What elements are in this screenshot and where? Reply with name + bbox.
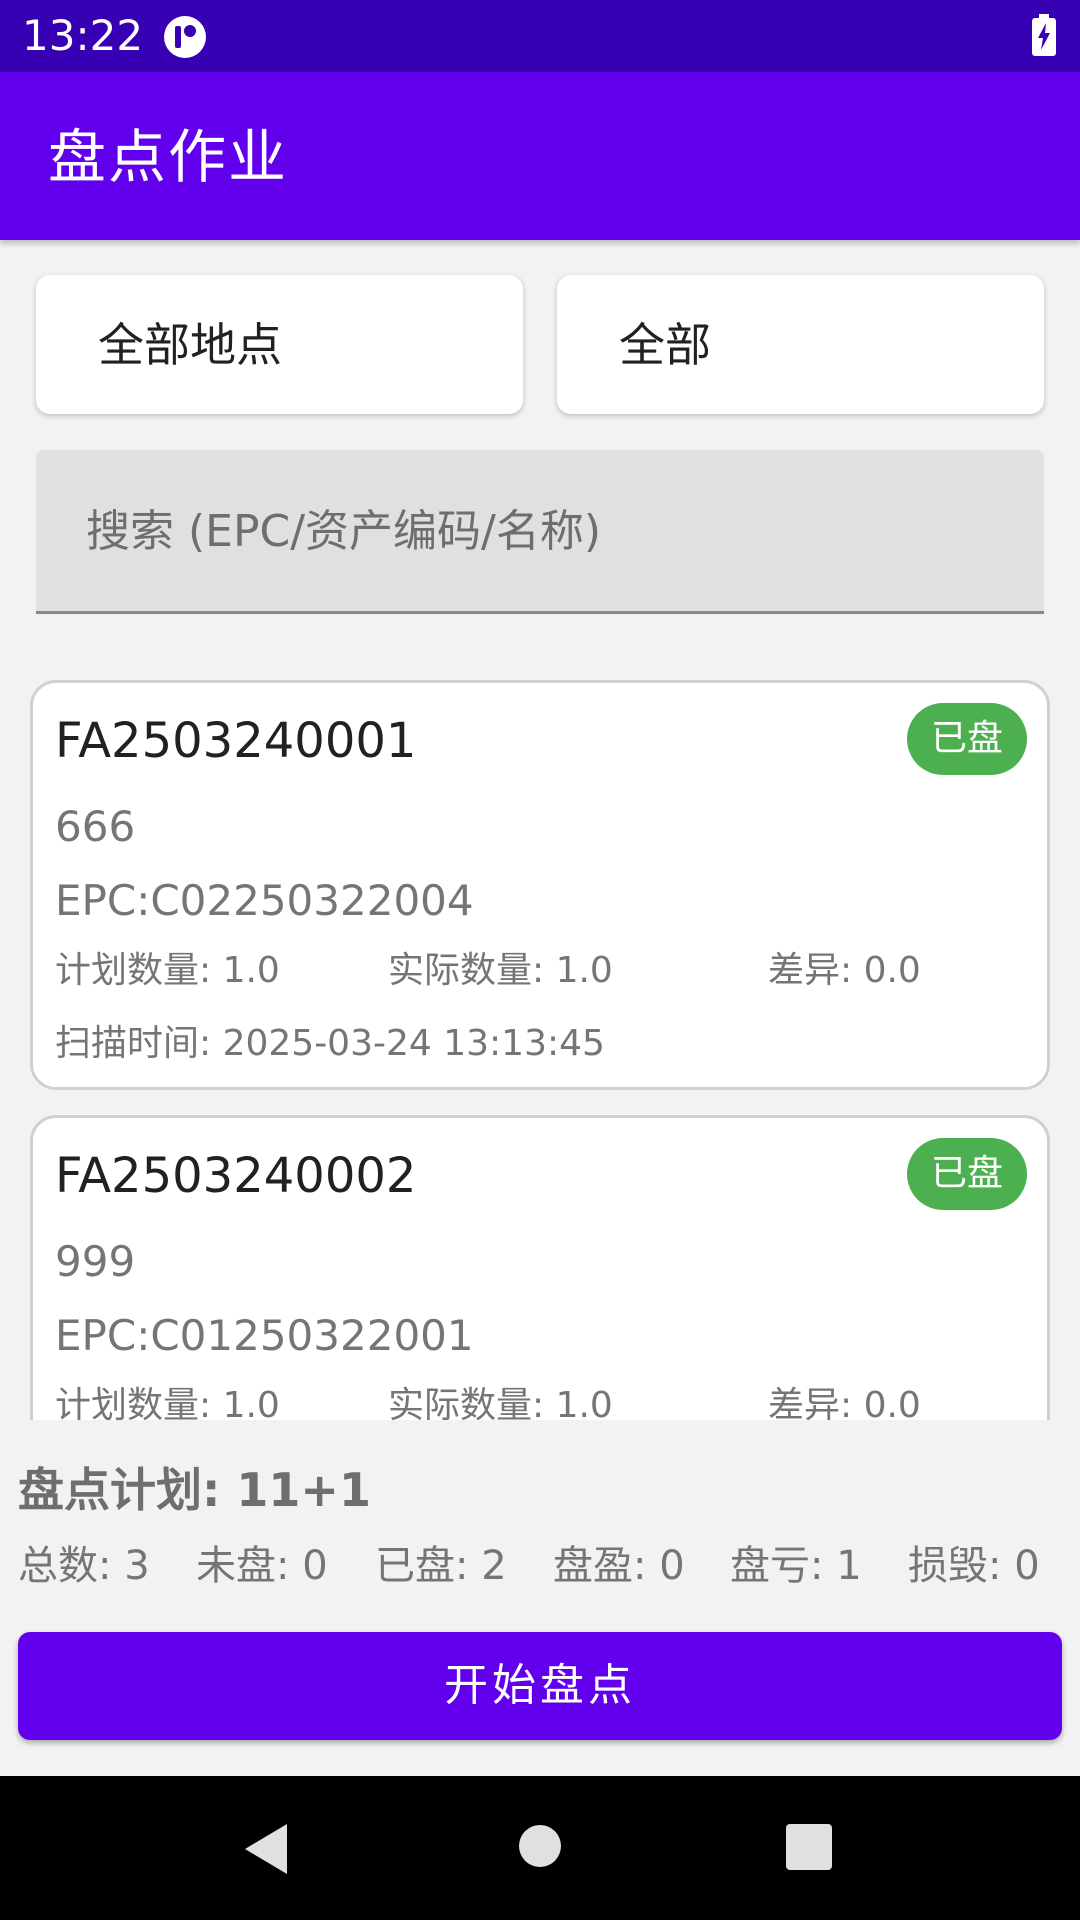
asset-name: 666 (55, 802, 136, 851)
asset-epc: EPC:C02250322004 (55, 876, 474, 925)
summary-surplus: 盘盈: 0 (553, 1543, 685, 1589)
summary-total: 总数: 3 (18, 1543, 150, 1589)
asset-card[interactable]: FA2503240002 已盘 999 EPC:C01250322001 计划数… (30, 1115, 1050, 1420)
quantity-difference: 差异: 0.0 (768, 950, 921, 991)
asset-code: FA2503240002 (55, 1148, 417, 1204)
summary-damaged: 损毁: 0 (908, 1543, 1040, 1589)
back-icon[interactable] (245, 1824, 287, 1874)
scan-time: 扫描时间: 2025-03-24 13:13:45 (55, 1023, 605, 1064)
search-input[interactable]: 搜索 (EPC/资产编码/名称) (36, 450, 1044, 614)
recents-icon[interactable] (786, 1824, 832, 1870)
start-inventory-button[interactable]: 开始盘点 (18, 1632, 1062, 1740)
battery-charging-icon (1032, 14, 1056, 56)
location-filter-dropdown[interactable]: 全部地点 (36, 275, 523, 414)
summary-checked: 已盘: 2 (375, 1543, 507, 1589)
status-badge: 已盘 (907, 703, 1027, 775)
asset-name: 999 (55, 1237, 136, 1286)
actual-quantity: 实际数量: 1.0 (388, 1385, 613, 1420)
search-placeholder: 搜索 (EPC/资产编码/名称) (86, 506, 602, 557)
page-title: 盘点作业 (48, 123, 289, 191)
status-bar: 13:22 (0, 0, 1080, 72)
status-filter-dropdown[interactable]: 全部 (557, 275, 1044, 414)
plan-quantity: 计划数量: 1.0 (55, 950, 280, 991)
actual-quantity: 实际数量: 1.0 (388, 950, 613, 991)
quantity-difference: 差异: 0.0 (768, 1385, 921, 1420)
status-time: 13:22 (22, 11, 144, 60)
inventory-plan-title: 盘点计划: 11+1 (18, 1463, 371, 1517)
asset-code: FA2503240001 (55, 713, 417, 769)
asset-card[interactable]: FA2503240001 已盘 666 EPC:C02250322004 计划数… (30, 680, 1050, 1090)
app-notification-icon (164, 16, 206, 58)
location-filter-label: 全部地点 (98, 318, 282, 372)
summary-unchecked: 未盘: 0 (196, 1543, 328, 1589)
asset-list[interactable]: FA2503240001 已盘 666 EPC:C02250322004 计划数… (0, 680, 1080, 1420)
status-filter-label: 全部 (619, 318, 711, 372)
app-bar: 盘点作业 (0, 72, 1080, 240)
asset-epc: EPC:C01250322001 (55, 1311, 474, 1360)
status-badge: 已盘 (907, 1138, 1027, 1210)
summary-loss: 盘亏: 1 (730, 1543, 862, 1589)
plan-quantity: 计划数量: 1.0 (55, 1385, 280, 1420)
home-icon[interactable] (519, 1825, 561, 1867)
